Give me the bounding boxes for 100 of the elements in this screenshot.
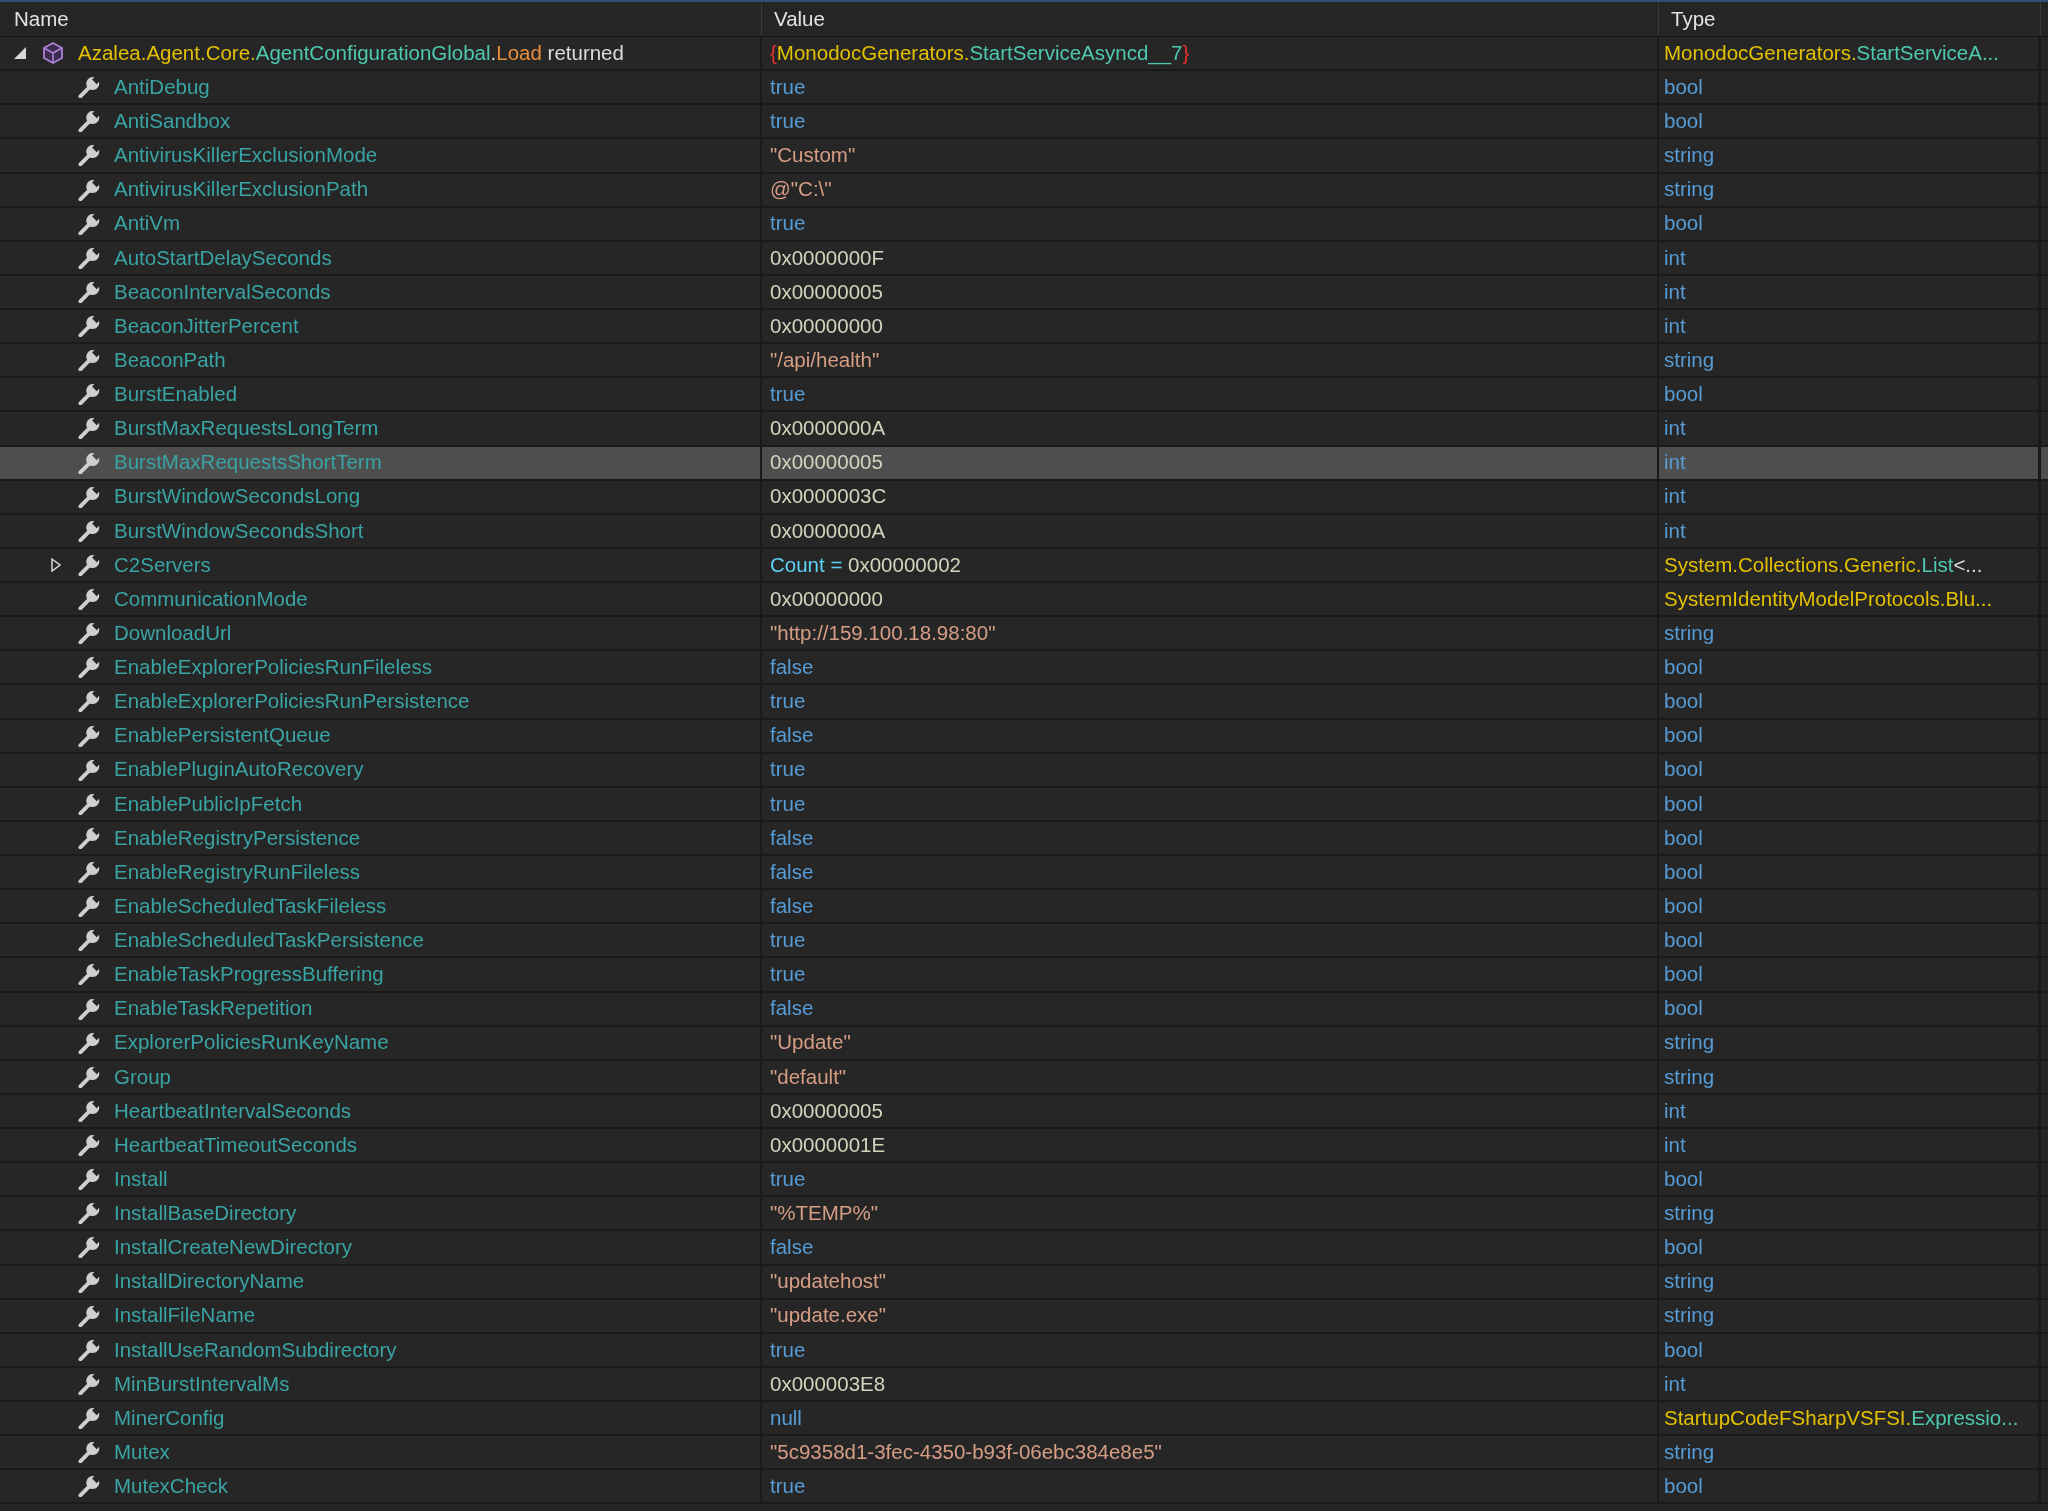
tree-row[interactable]: BurstEnabled true bool: [0, 378, 2048, 413]
wrench-icon: [78, 1338, 100, 1361]
property-name: EnablePluginAutoRecovery: [114, 757, 364, 782]
property-value: "http://159.100.18.98:80": [770, 620, 996, 646]
tree-row[interactable]: BurstWindowSecondsLong 0x0000003C int: [0, 480, 2048, 515]
property-value: 0x00000000: [770, 313, 883, 339]
property-value: false: [770, 1235, 814, 1260]
tree-row[interactable]: BurstMaxRequestsLongTerm 0x0000000A int: [0, 412, 2048, 447]
property-value: true: [770, 791, 806, 817]
wrench-icon: [78, 1441, 100, 1464]
tree-row[interactable]: BurstWindowSecondsShort 0x0000000A int: [0, 514, 2048, 549]
wrench-icon: [78, 212, 100, 235]
property-type: bool: [1664, 1474, 1703, 1499]
tree-row[interactable]: EnableScheduledTaskFileless false bool: [0, 890, 2048, 925]
tree-row[interactable]: AntivirusKillerExclusionMode "Custom" string: [0, 139, 2048, 174]
wrench-icon: [78, 246, 100, 269]
caret-icon[interactable]: [14, 47, 26, 60]
tree-row[interactable]: MinBurstIntervalMs 0x000003E8 int: [0, 1367, 2048, 1402]
tree-row[interactable]: BurstMaxRequestsShortTerm 0x00000005 int: [0, 446, 2048, 481]
tree-row[interactable]: InstallUseRandomSubdirectory true bool: [0, 1333, 2048, 1368]
property-type: bool: [1664, 1166, 1703, 1192]
tree-row[interactable]: MutexCheck true bool: [0, 1470, 2048, 1505]
property-value: 0x000003E8: [770, 1371, 886, 1397]
property-type: int: [1664, 450, 1686, 475]
tree-row[interactable]: EnableExplorerPoliciesRunFileless false bool: [0, 651, 2048, 686]
property-value: "%TEMP%": [770, 1201, 878, 1226]
property-type: int: [1664, 416, 1686, 441]
property-value: 0x0000000A: [770, 518, 886, 544]
wrench-icon: [78, 1372, 100, 1395]
property-name: Install: [114, 1166, 168, 1192]
tree-row[interactable]: ExplorerPoliciesRunKeyName "Update" string: [0, 1026, 2048, 1061]
property-type: string: [1664, 143, 1715, 168]
property-type: bool: [1664, 655, 1703, 680]
property-type: bool: [1664, 996, 1703, 1021]
property-value: 0x0000000A: [770, 416, 886, 441]
property-value: true: [770, 689, 806, 714]
tree-row[interactable]: InstallBaseDirectory "%TEMP%" string: [0, 1197, 2048, 1232]
property-type: int: [1664, 1371, 1686, 1397]
tree-row[interactable]: Mutex "5c9358d1-3fec-4350-b93f-06ebc384e8e5" string: [0, 1436, 2048, 1471]
tree-row[interactable]: CommunicationMode 0x00000000 SystemIdentityModelProtocols.Blu...: [0, 583, 2048, 618]
tree-row[interactable]: EnablePublicIpFetch true bool: [0, 787, 2048, 822]
property-type: string: [1664, 1439, 1715, 1465]
property-type: bool: [1664, 791, 1703, 817]
tree-row[interactable]: InstallFileName "update.exe" string: [0, 1299, 2048, 1334]
tree-row[interactable]: AutoStartDelaySeconds 0x0000000F int: [0, 241, 2048, 276]
tree-row[interactable]: MinerConfig null StartupCodeFSharpVSFSI.Expressio...: [0, 1402, 2048, 1437]
tree-row[interactable]: HeartbeatIntervalSeconds 0x00000005 int: [0, 1094, 2048, 1129]
property-type: int: [1664, 518, 1686, 544]
column-header[interactable]: Type: [1659, 2, 2041, 36]
tree-row[interactable]: AntiVm true bool: [0, 207, 2048, 242]
column-header[interactable]: Name: [0, 2, 762, 36]
property-name: InstallUseRandomSubdirectory: [114, 1337, 397, 1363]
tree-row[interactable]: C2Servers Count = 0x00000002 System.Collections.Generic.List<...: [0, 548, 2048, 583]
tree-row[interactable]: EnableTaskRepetition false bool: [0, 992, 2048, 1027]
tree-row[interactable]: AntiSandbox true bool: [0, 105, 2048, 140]
property-type: bool: [1664, 211, 1703, 236]
wrench-icon: [78, 1236, 100, 1259]
tree-row[interactable]: Install true bool: [0, 1163, 2048, 1198]
property-name: BurstWindowSecondsLong: [114, 484, 361, 509]
tree-row[interactable]: InstallDirectoryName "updatehost" string: [0, 1265, 2048, 1300]
property-type: bool: [1664, 757, 1703, 782]
tree-row[interactable]: EnableExplorerPoliciesRunPersistence true bool: [0, 685, 2048, 720]
wrench-icon: [78, 861, 100, 884]
property-type: System.Collections.Generic.List<...: [1664, 552, 1983, 578]
property-type: bool: [1664, 1235, 1703, 1260]
tree-row[interactable]: Azalea.Agent.Core.AgentConfigurationGlobal.Load returned {MonodocGenerators.StartServiceAsyncd__7} MonodocGenerators.StartServiceA...: [0, 37, 2048, 72]
property-type: string: [1664, 1064, 1715, 1090]
tree-row[interactable]: BeaconJitterPercent 0x00000000 int: [0, 310, 2048, 345]
tree-row[interactable]: AntiDebug true bool: [0, 71, 2048, 106]
column-header[interactable]: Value: [762, 2, 1659, 36]
property-name: BeaconJitterPercent: [114, 313, 299, 339]
property-value: 0x0000003C: [770, 484, 887, 509]
caret-icon[interactable]: [51, 557, 61, 572]
tree-row[interactable]: EnablePersistentQueue false bool: [0, 719, 2048, 754]
tree-row[interactable]: AntivirusKillerExclusionPath @"C:\" string: [0, 173, 2048, 208]
property-value: "5c9358d1-3fec-4350-b93f-06ebc384e8e5": [770, 1439, 1162, 1465]
property-name: C2Servers: [114, 552, 211, 578]
tree-row[interactable]: EnablePluginAutoRecovery true bool: [0, 753, 2048, 788]
property-value: 0x0000001E: [770, 1132, 886, 1158]
wrench-icon: [78, 963, 100, 986]
wrench-icon: [78, 1407, 100, 1430]
wrench-icon: [78, 315, 100, 338]
tree-row[interactable]: Group "default" string: [0, 1060, 2048, 1095]
wrench-icon: [78, 110, 100, 133]
property-name: BurstMaxRequestsLongTerm: [114, 416, 379, 441]
tree-row[interactable]: BeaconPath "/api/health" string: [0, 344, 2048, 379]
tree-row[interactable]: EnableTaskProgressBuffering true bool: [0, 958, 2048, 993]
tree-row[interactable]: HeartbeatTimeoutSeconds 0x0000001E int: [0, 1129, 2048, 1164]
tree-row[interactable]: EnableRegistryRunFileless false bool: [0, 856, 2048, 891]
tree-row[interactable]: BeaconIntervalSeconds 0x00000005 int: [0, 275, 2048, 310]
wrench-icon: [78, 417, 100, 440]
wrench-icon: [78, 792, 100, 815]
tree-row[interactable]: EnableScheduledTaskPersistence true bool: [0, 924, 2048, 959]
wrench-icon: [78, 826, 100, 849]
property-name: BurstMaxRequestsShortTerm: [114, 450, 382, 475]
tree-row[interactable]: DownloadUrl "http://159.100.18.98:80" string: [0, 617, 2048, 652]
tree-row[interactable]: InstallCreateNewDirectory false bool: [0, 1231, 2048, 1266]
property-value: null: [770, 1405, 802, 1431]
property-value: "default": [770, 1064, 847, 1090]
tree-row[interactable]: EnableRegistryPersistence false bool: [0, 821, 2048, 856]
